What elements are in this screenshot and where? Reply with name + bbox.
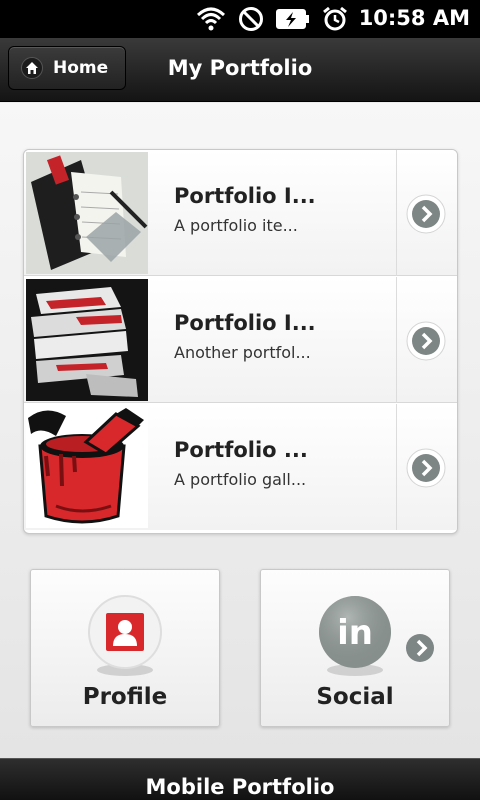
linkedin-icon-text: in [337,613,373,653]
linkedin-icon: in [319,596,391,676]
chevron-right-icon[interactable] [405,633,435,663]
wifi-icon [196,7,226,31]
portfolio-item-text: Portfolio I... A portfolio ite... [174,184,404,235]
app-header: Home My Portfolio [0,38,480,102]
portfolio-list-item[interactable]: Portfolio I... Another portfol... [24,277,457,403]
portfolio-list-item[interactable]: Portfolio ... A portfolio gall... [24,404,457,530]
battery-charging-icon [276,9,309,29]
portfolio-item-title: Portfolio ... [174,438,308,462]
page-title: My Portfolio [167,56,313,80]
portfolio-item-title: Portfolio I... [174,311,316,335]
main-content: Portfolio I... A portfolio ite... Portfo… [0,103,480,758]
divider [396,404,397,530]
portfolio-item-text: Portfolio I... Another portfol... [174,311,404,362]
alarm-clock-icon [323,6,347,31]
chevron-right-icon[interactable] [406,321,446,361]
status-time: 10:58 AM [358,6,470,30]
profile-label: Profile [82,684,168,710]
portfolio-item-description: A portfolio ite... [174,216,298,235]
paper-stack-icon [26,279,148,401]
portfolio-item-description: A portfolio gall... [174,470,307,489]
portfolio-item-text: Portfolio ... A portfolio gall... [174,438,404,489]
chevron-right-icon[interactable] [406,194,446,234]
status-icons [196,4,348,34]
portfolio-item-title: Portfolio I... [174,184,316,208]
no-sound-icon [239,7,263,31]
app-footer: Mobile Portfolio [0,758,480,800]
profile-icon [88,595,162,676]
divider [396,277,397,403]
portfolio-list: Portfolio I... A portfolio ite... Portfo… [23,149,458,534]
paint-can-icon [26,406,148,528]
social-label: Social [316,684,394,710]
divider [396,150,397,276]
footer-title: Mobile Portfolio [145,775,335,799]
profile-tile[interactable]: Profile [30,569,220,727]
status-bar: 10:58 AM [0,0,480,38]
chevron-right-icon[interactable] [406,448,446,488]
portfolio-list-item[interactable]: Portfolio I... A portfolio ite... [24,150,457,276]
portfolio-item-description: Another portfol... [174,343,311,362]
planner-icon [26,152,148,274]
